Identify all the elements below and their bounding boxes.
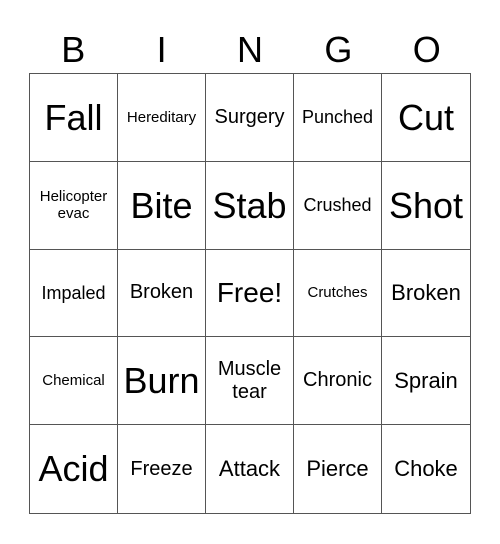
bingo-cell[interactable]: Attack — [206, 425, 294, 513]
bingo-cell[interactable]: Impaled — [30, 249, 118, 338]
header-letter-n: N — [236, 29, 263, 70]
bingo-cell[interactable]: Freeze — [118, 425, 206, 513]
bingo-cell[interactable]: Muscle tear — [206, 337, 294, 426]
bingo-cell[interactable]: Burn — [118, 337, 206, 426]
bingo-cell[interactable]: Chronic — [294, 337, 382, 426]
bingo-cell[interactable]: Cut — [382, 74, 470, 162]
header-letter-o: O — [412, 29, 441, 70]
header-letter-g: G — [324, 29, 353, 70]
bingo-cell[interactable]: Choke — [382, 425, 470, 513]
bingo-cell[interactable]: Sprain — [382, 337, 470, 426]
bingo-cell[interactable]: Crushed — [294, 161, 382, 250]
bingo-cell[interactable]: Crutches — [294, 249, 382, 338]
bingo-cell[interactable]: Acid — [30, 425, 118, 513]
bingo-cell[interactable]: Pierce — [294, 425, 382, 513]
bingo-cell[interactable]: Chemical — [30, 337, 118, 426]
bingo-cell[interactable]: Punched — [294, 74, 382, 162]
bingo-cell[interactable]: Surgery — [206, 74, 294, 162]
bingo-cell-free[interactable]: Free! — [206, 249, 294, 338]
bingo-cell[interactable]: Fall — [30, 74, 118, 162]
bingo-cell[interactable]: Shot — [382, 162, 470, 250]
bingo-cell[interactable]: Broken — [382, 250, 470, 338]
header-letter-b: B — [61, 29, 86, 70]
bingo-cell[interactable]: Bite — [118, 161, 206, 250]
bingo-card-grid: Fall Hereditary Surgery Punched Cut Helicopte… — [29, 73, 471, 514]
header-letter-i: I — [156, 29, 167, 70]
bingo-cell[interactable]: Hereditary — [118, 74, 206, 162]
bingo-header: B I N G O — [29, 28, 471, 72]
bingo-cell[interactable]: Helicopter evac — [30, 161, 118, 250]
bingo-cell[interactable]: Broken — [118, 249, 206, 338]
bingo-cell[interactable]: Stab — [206, 161, 294, 250]
